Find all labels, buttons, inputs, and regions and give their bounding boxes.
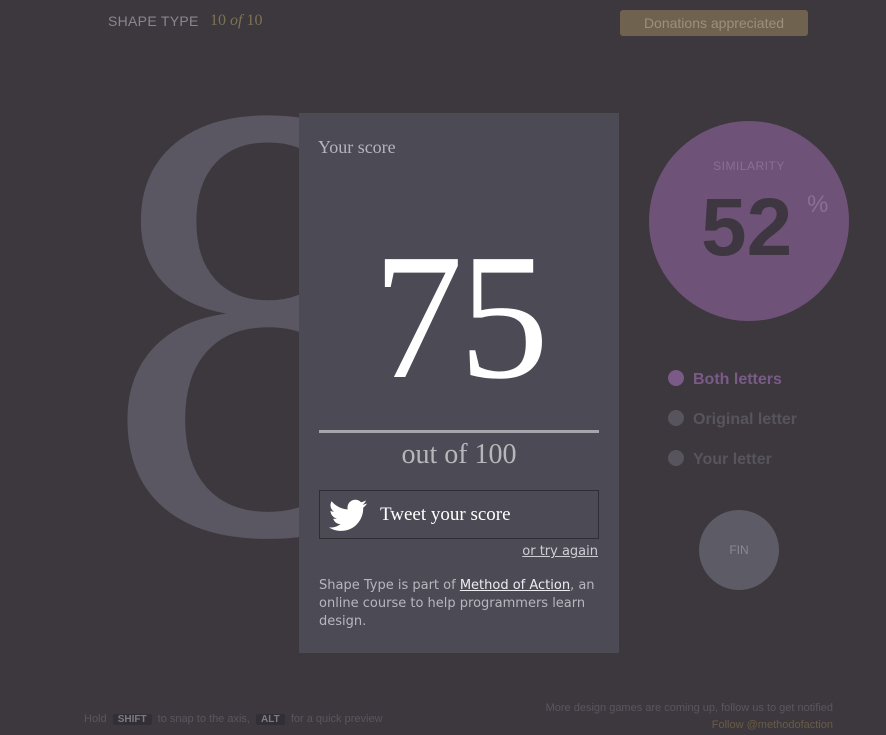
level-progress: 10 of 10 [210,12,262,30]
option-original-letter[interactable]: Original letter [668,410,797,429]
hint-end: for a quick preview [290,713,383,725]
follow-link[interactable]: Follow @methodofaction [712,719,833,731]
footer-notice: More design games are coming up, follow … [545,702,833,714]
similarity-unit: % [807,191,829,218]
score-panel: Your score 75 out of 100 Tweet your scor… [299,113,619,653]
option-your-letter[interactable]: Your letter [668,450,772,469]
app-title: SHAPE TYPE [108,13,199,29]
score-out-of: out of 100 [401,439,517,470]
similarity-value: 52 [701,182,793,273]
donate-button[interactable]: Donations appreciated [620,10,808,36]
method-of-action-link[interactable]: Method of Action [460,578,570,593]
tweet-score-button[interactable]: Tweet your score [319,490,599,539]
option-label: Both letters [693,371,782,388]
try-again-link[interactable]: or try again [522,544,598,559]
score-heading: Your score [318,137,396,157]
shift-key-badge: SHIFT [112,714,152,725]
score-divider [319,430,599,433]
tweet-label: Tweet your score [380,504,511,525]
alt-key-badge: ALT [256,714,285,725]
radio-dot-icon [668,370,684,386]
twitter-bird-icon [328,499,368,531]
progress-total: 10 [246,12,263,29]
blurb-prefix: Shape Type is part of [319,578,460,593]
hint-hold: Hold [84,713,107,725]
similarity-label: SIMILARITY [713,159,785,173]
radio-dot-icon [668,450,684,466]
score-value: 75 [373,217,549,416]
progress-of: of [230,12,243,29]
option-label: Original letter [693,411,798,428]
course-blurb: Shape Type is part of Method of Action, … [319,577,599,631]
fin-button[interactable]: FIN [699,510,779,590]
hint-mid: to snap to the axis, [157,713,250,725]
progress-current: 10 [210,12,226,29]
keyboard-hint: Hold SHIFT to snap to the axis, ALT for … [84,713,383,725]
similarity-meter: SIMILARITY 52 % [649,121,849,321]
option-both-letters[interactable]: Both letters [668,370,782,389]
radio-dot-icon [668,410,684,426]
option-label: Your letter [693,451,772,468]
